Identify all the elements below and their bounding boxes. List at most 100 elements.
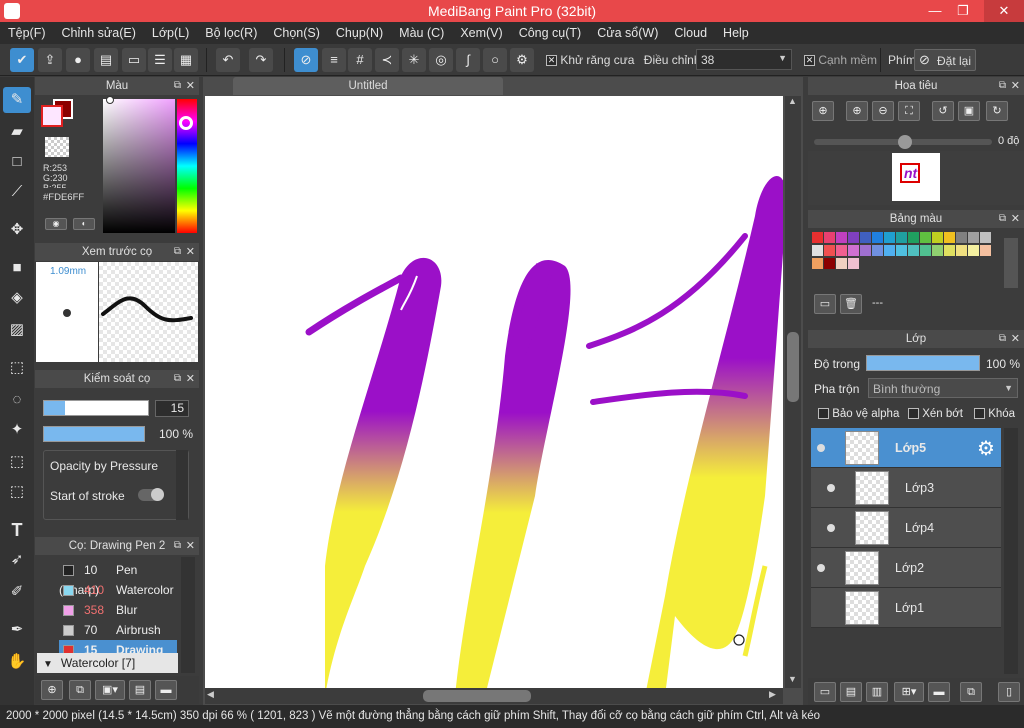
palette-swatch[interactable] [944, 245, 955, 256]
lock-option[interactable]: Khóa [974, 408, 1015, 420]
close-icon[interactable]: ✕ [186, 77, 195, 95]
new-layer-icon[interactable]: ▭ [814, 682, 836, 702]
brush-item[interactable]: 70 Airbrush [59, 620, 177, 640]
menu-window[interactable]: Cửa sổ(W) [589, 22, 666, 44]
palette-swatch[interactable] [848, 245, 859, 256]
undo-icon[interactable]: ↶ [216, 48, 240, 72]
palette-swatch[interactable] [956, 245, 967, 256]
speech-icon[interactable]: ▤ [94, 48, 118, 72]
menu-file[interactable]: Tệp(F) [0, 22, 54, 44]
clipping-option[interactable]: Xén bớt [908, 408, 963, 420]
reset-button[interactable]: ⊘ Đặt lại [914, 49, 976, 71]
dot-tool-icon[interactable]: ⟋ [3, 179, 31, 205]
palette-swatch[interactable] [884, 232, 895, 243]
brush-tool-icon[interactable]: ✎ [3, 87, 31, 113]
magic-wand-tool-icon[interactable]: ✦ [3, 417, 31, 443]
main-color-swatch[interactable] [41, 105, 63, 127]
palette-swatch[interactable] [872, 245, 883, 256]
adjust-select[interactable]: 38 ▼ [696, 49, 792, 70]
palette-swatch[interactable] [956, 232, 967, 243]
bucket-tool-icon[interactable]: ◈ [3, 285, 31, 311]
fill-rect-tool-icon[interactable]: ■ [3, 255, 31, 281]
layer-row[interactable]: Lớp5 ⚙ [811, 428, 1001, 468]
brush-group-watercolor[interactable]: ▼ Watercolor [7] [37, 653, 178, 673]
move-tool-icon[interactable]: ✥ [3, 217, 31, 243]
palette-swatch[interactable] [848, 232, 859, 243]
canvas-tab[interactable]: Untitled [233, 77, 503, 95]
text-tool-icon[interactable]: T [3, 517, 31, 543]
cloud-sync-icon[interactable]: ✔ [10, 48, 34, 72]
zoom-in-icon[interactable]: ⊕ [812, 101, 834, 121]
popout-icon[interactable]: ⧉ [174, 243, 181, 261]
layer-settings-gear-icon[interactable]: ⚙ [977, 436, 995, 461]
layer-row[interactable]: Lớp2 [811, 548, 1001, 588]
shape-tool-icon[interactable]: □ [3, 149, 31, 175]
opacity-slider[interactable] [43, 426, 145, 442]
popout-icon[interactable]: ⧉ [174, 77, 181, 95]
palette-swatch[interactable] [908, 232, 919, 243]
menu-filter[interactable]: Bộ lọc(R) [197, 22, 265, 44]
start-stroke-toggle[interactable] [138, 488, 164, 501]
zoom-out-icon[interactable]: ⊖ [872, 101, 894, 121]
menu-cloud[interactable]: Cloud [666, 22, 715, 44]
divide-tool-icon[interactable]: ✐ [3, 579, 31, 605]
protect-alpha-option[interactable]: Bảo vệ alpha [818, 408, 899, 420]
delete-palette-icon[interactable]: 🗑 [840, 294, 862, 314]
palette-swatch[interactable] [980, 232, 991, 243]
menu-view[interactable]: Xem(V) [452, 22, 510, 44]
eraser-tool-icon[interactable]: ▰ [3, 119, 31, 145]
menu-layer[interactable]: Lớp(L) [144, 22, 197, 44]
close-icon[interactable]: ✕ [1011, 330, 1020, 348]
palette-swatch[interactable] [944, 232, 955, 243]
popout-icon[interactable]: ⧉ [999, 330, 1006, 348]
layer-folder-icon[interactable]: ▬ [928, 682, 950, 702]
brush-menu-icon[interactable]: ▣▾ [95, 680, 125, 700]
add-brush-icon[interactable]: ⊕ [41, 680, 63, 700]
palette-swatch[interactable] [968, 232, 979, 243]
layer-more-icon[interactable]: ▯ [998, 682, 1020, 702]
page-icon[interactable]: ▭ [122, 48, 146, 72]
operation-tool-icon[interactable]: ➶ [3, 547, 31, 573]
menu-edit[interactable]: Chỉnh sửa(E) [54, 22, 144, 44]
eyedropper-tool-icon[interactable]: ✒ [3, 617, 31, 643]
settings-icon[interactable]: ⚙ [510, 48, 534, 72]
duplicate-layer-icon[interactable]: ⧉ [960, 682, 982, 702]
hand-tool-icon[interactable]: ✋ [3, 649, 31, 675]
palette-swatch[interactable] [836, 245, 847, 256]
curve-snap-icon[interactable]: ∫ [456, 48, 480, 72]
vertical-scrollbar[interactable]: ▲ ▼ [785, 96, 801, 688]
menu-select[interactable]: Chọn(S) [265, 22, 328, 44]
select-tool-icon[interactable]: ⬚ [3, 355, 31, 381]
brush-settings-icon[interactable]: ▤ [129, 680, 151, 700]
transparent-color-icon[interactable] [45, 137, 69, 157]
ellipse-snap-icon[interactable]: ○ [483, 48, 507, 72]
palette-swatch[interactable] [812, 245, 823, 256]
palette-scrollbar[interactable] [1004, 238, 1018, 288]
palette-swatch[interactable] [836, 232, 847, 243]
visibility-eye-icon[interactable] [827, 484, 835, 492]
palette-swatch[interactable] [848, 258, 859, 269]
menu-tools[interactable]: Công cụ(T) [511, 22, 590, 44]
close-button[interactable]: ✕ [984, 0, 1024, 22]
menu-snap[interactable]: Chụp(N) [328, 22, 391, 44]
palette-swatch[interactable] [908, 245, 919, 256]
grid-icon[interactable]: ▦ [174, 48, 198, 72]
share-icon[interactable]: ⇪ [38, 48, 62, 72]
palette-swatch[interactable] [884, 245, 895, 256]
palette-swatch[interactable] [812, 232, 823, 243]
brush-item[interactable]: 358 Blur [59, 600, 177, 620]
horizontal-scroll-thumb[interactable] [423, 690, 531, 702]
palette-swatch[interactable] [824, 232, 835, 243]
comment-icon[interactable]: ● [66, 48, 90, 72]
new-1bit-layer-icon[interactable]: ▥ [866, 682, 888, 702]
palette-swatch[interactable] [860, 245, 871, 256]
palette-swatch[interactable] [932, 232, 943, 243]
close-icon[interactable]: ✕ [186, 243, 195, 261]
blend-mode-select[interactable]: Bình thường ▼ [868, 378, 1018, 398]
layer-scrollbar[interactable] [1004, 428, 1018, 674]
layer-row[interactable]: Lớp3 [811, 468, 1001, 508]
visibility-eye-icon[interactable] [827, 524, 835, 532]
lasso-tool-icon[interactable]: ◌ [3, 387, 31, 413]
horizontal-scrollbar[interactable]: ◀ ▶ [205, 688, 783, 704]
brush-item[interactable]: 410 Watercolor [59, 580, 177, 600]
